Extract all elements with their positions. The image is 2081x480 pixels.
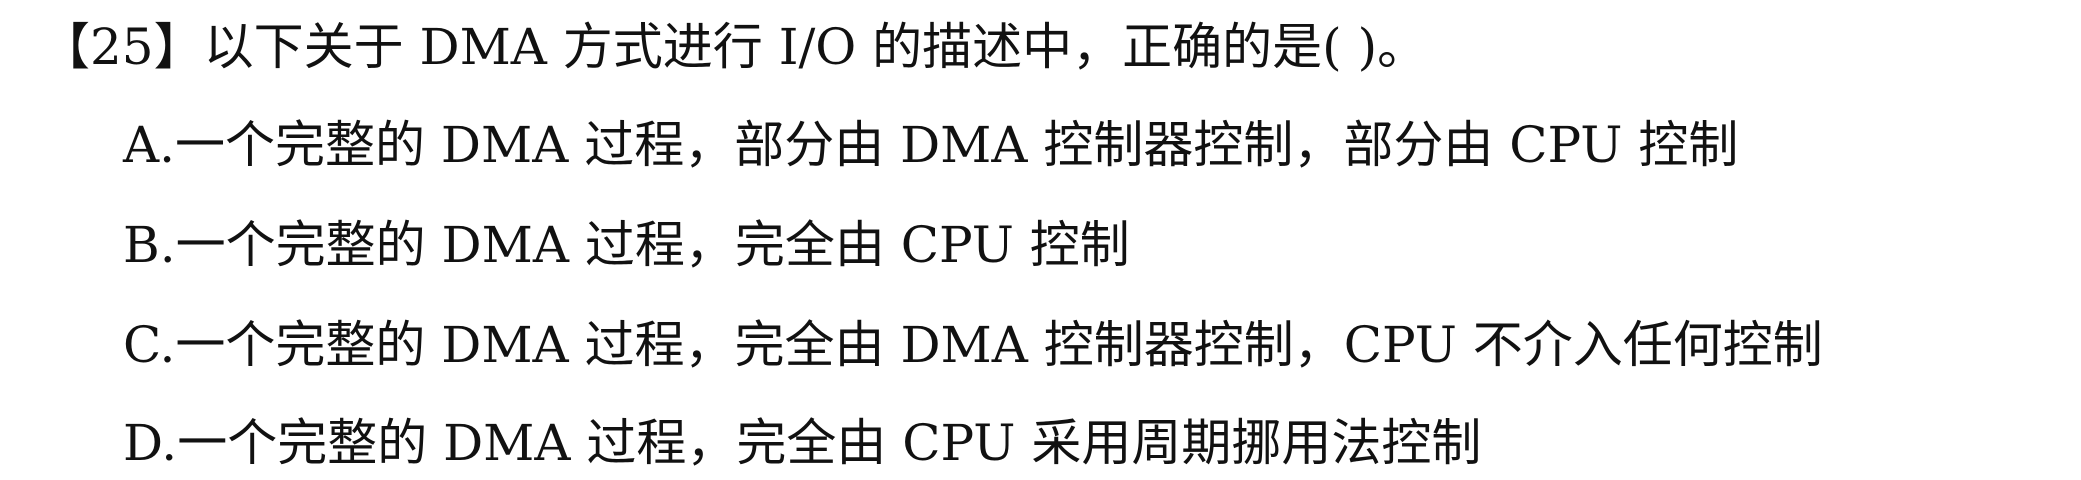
- option-d: D.一个完整的 DMA 过程，完全由 CPU 采用周期挪用法控制: [123, 418, 1481, 468]
- option-a-text: 一个完整的 DMA 过程，部分由 DMA 控制器控制，部分由 CPU 控制: [175, 116, 1739, 174]
- option-c-text: 一个完整的 DMA 过程，完全由 DMA 控制器控制，CPU 不介入任何控制: [175, 316, 1823, 374]
- question-line: 【25】以下关于 DMA 方式进行 I/O 的描述中，正确的是( )。: [40, 22, 1427, 72]
- question-stem: 以下关于 DMA 方式进行 I/O 的描述中，正确的是( )。: [203, 18, 1428, 76]
- option-c: C.一个完整的 DMA 过程，完全由 DMA 控制器控制，CPU 不介入任何控制: [123, 320, 1823, 370]
- option-b: B.一个完整的 DMA 过程，完全由 CPU 控制: [123, 220, 1130, 270]
- question-number: 【25】: [40, 18, 204, 76]
- option-b-text: 一个完整的 DMA 过程，完全由 CPU 控制: [175, 216, 1130, 274]
- option-d-text: 一个完整的 DMA 过程，完全由 CPU 采用周期挪用法控制: [177, 414, 1482, 472]
- option-b-label: B.: [123, 216, 176, 274]
- option-a: A.一个完整的 DMA 过程，部分由 DMA 控制器控制，部分由 CPU 控制: [123, 120, 1738, 170]
- option-c-label: C.: [123, 316, 176, 374]
- document-page: 【25】以下关于 DMA 方式进行 I/O 的描述中，正确的是( )。 A.一个…: [0, 0, 2081, 480]
- option-d-label: D.: [123, 414, 178, 472]
- option-a-label: A.: [123, 116, 176, 174]
